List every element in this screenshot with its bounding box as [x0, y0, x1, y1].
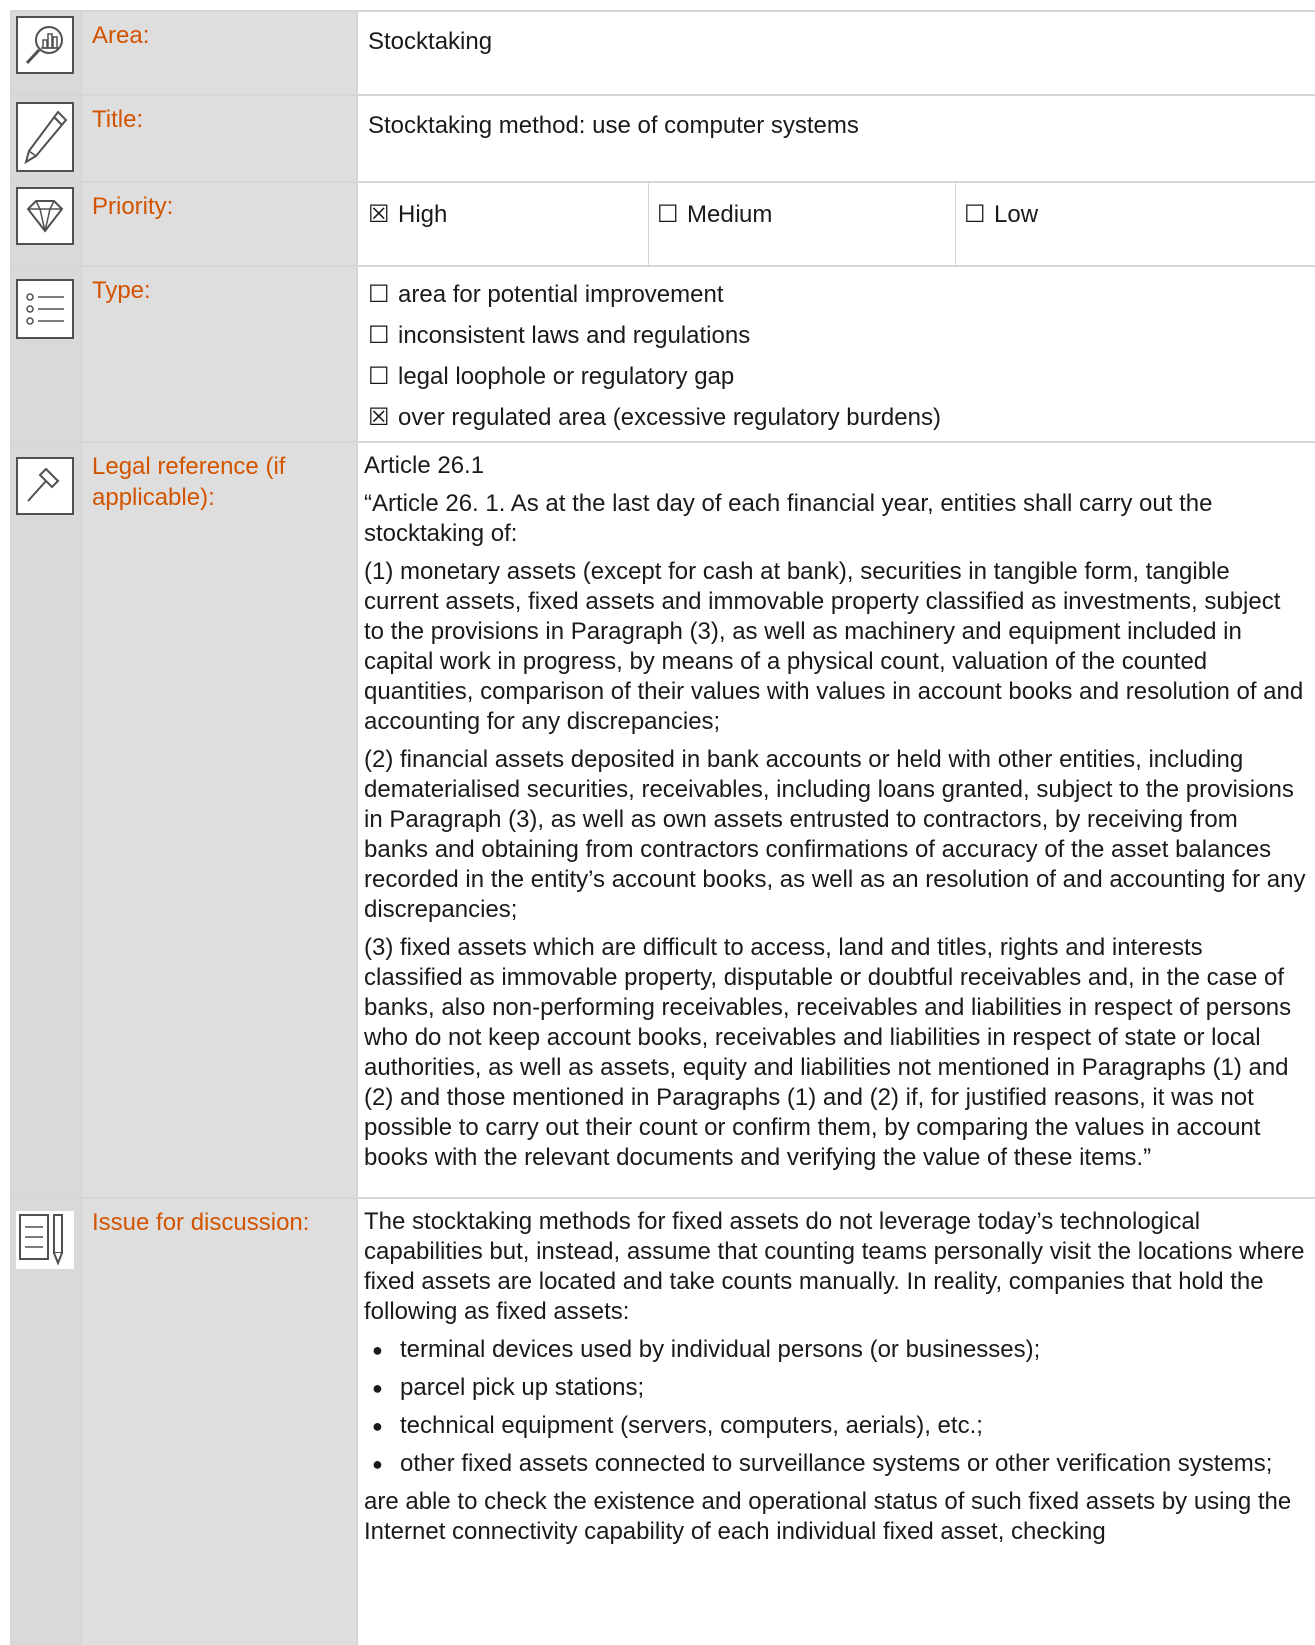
issue-label-cell: Issue for discussion: — [82, 1199, 356, 1645]
type-value-cell: ☐ area for potential improvement ☐ inconsi… — [358, 267, 1315, 441]
area-label-cell: Area: — [82, 12, 356, 94]
area-value-cell: Stocktaking — [358, 12, 1315, 94]
title-label: Title: — [92, 106, 144, 133]
title-label-cell: Title: — [82, 96, 356, 181]
priority-medium-text: Medium — [687, 201, 773, 228]
legal-text: Article 26.1 “Article 26. 1. As at the l… — [364, 451, 1307, 1181]
issue-form-table: Area: Stocktaking Title: Stocktaking met… — [0, 0, 1315, 1645]
type-checkbox[interactable]: ☐ — [368, 362, 398, 392]
legal-paragraph: (3) fixed assets which are difficult to … — [364, 934, 1292, 1171]
title-icon-cell — [12, 96, 80, 181]
chart-magnifier-icon — [16, 16, 74, 74]
type-option-text: over regulated area (excessive regulator… — [398, 404, 941, 431]
issue-outro: are able to check the existence and oper… — [364, 1488, 1292, 1545]
priority-low-text: Low — [994, 201, 1039, 228]
grid-line — [12, 265, 1315, 267]
priority-high-checkbox[interactable]: ☒ — [368, 200, 398, 230]
grid-line — [12, 94, 1315, 96]
legal-label: Legal reference (if applicable): — [92, 453, 286, 511]
bullet-icon: ● — [372, 1340, 383, 1360]
priority-high-text: High — [398, 201, 448, 228]
priority-value-cell: ☒ High ☐ Medium ☐ Low — [358, 183, 1315, 265]
legal-icon-cell — [12, 443, 80, 1197]
grid-line — [10, 10, 12, 1645]
priority-divider — [955, 183, 956, 265]
bullet-icon: ● — [372, 1454, 383, 1474]
issue-value-cell: The stocktaking methods for fixed assets… — [358, 1199, 1315, 1645]
type-label: Type: — [92, 277, 151, 304]
issue-intro: The stocktaking methods for fixed assets… — [364, 1208, 1305, 1325]
priority-label: Priority: — [92, 193, 174, 220]
type-icon-cell — [12, 267, 80, 441]
list-item: ● terminal devices used by individual per… — [372, 1336, 1041, 1363]
legal-paragraph: (2) financial assets deposited in bank a… — [364, 746, 1306, 923]
issue-bullet-list: ● terminal devices used by individual per… — [364, 1335, 1307, 1479]
type-option-text: legal loophole or regulatory gap — [398, 363, 735, 390]
grid-line — [12, 10, 1315, 12]
area-value: Stocktaking — [368, 28, 493, 55]
type-option-text: inconsistent laws and regulations — [398, 322, 751, 349]
type-checkbox[interactable]: ☐ — [368, 280, 398, 310]
document-pen-icon — [16, 1211, 74, 1269]
priority-label-cell: Priority: — [82, 183, 356, 265]
type-checkbox[interactable]: ☐ — [368, 321, 398, 351]
priority-icon-cell — [12, 183, 80, 265]
legal-paragraph: (1) monetary assets (except for cash at … — [364, 558, 1304, 735]
priority-medium-checkbox[interactable]: ☐ — [657, 200, 687, 230]
legal-value-cell: Article 26.1 “Article 26. 1. As at the l… — [358, 443, 1315, 1197]
priority-low-checkbox[interactable]: ☐ — [964, 200, 994, 230]
legal-paragraph: “Article 26. 1. As at the last day of ea… — [364, 490, 1213, 547]
pencil-icon — [16, 102, 74, 172]
priority-high-option[interactable]: ☒ High — [368, 200, 447, 230]
issue-label: Issue for discussion: — [92, 1209, 310, 1236]
grid-line — [12, 441, 1315, 443]
grid-line — [356, 10, 358, 1645]
bullet-icon: ● — [372, 1378, 383, 1398]
type-option-inconsistent[interactable]: ☐ inconsistent laws and regulations — [368, 321, 750, 351]
grid-line — [12, 1197, 1315, 1199]
list-item: ● parcel pick up stations; — [372, 1374, 645, 1401]
list-item: ● technical equipment (servers, computers… — [372, 1412, 983, 1439]
area-label: Area: — [92, 22, 150, 49]
diamond-icon — [16, 187, 74, 245]
bullet-icon: ● — [372, 1416, 383, 1436]
grid-line — [80, 10, 82, 1645]
issue-icon-cell — [12, 1199, 80, 1645]
type-option-improvement[interactable]: ☐ area for potential improvement — [368, 280, 724, 310]
type-option-text: area for potential improvement — [398, 281, 724, 308]
type-option-loophole[interactable]: ☐ legal loophole or regulatory gap — [368, 362, 734, 392]
type-option-overregulated[interactable]: ☒ over regulated area (excessive regulato… — [368, 403, 941, 433]
legal-label-cell: Legal reference (if applicable): — [82, 443, 356, 1197]
list-icon — [16, 279, 74, 339]
priority-divider — [648, 183, 649, 265]
type-checkbox[interactable]: ☒ — [368, 403, 398, 433]
list-item: ● other fixed assets connected to surveil… — [372, 1450, 1273, 1477]
type-label-cell: Type: — [82, 267, 356, 441]
legal-article-title: Article 26.1 — [364, 452, 485, 479]
issue-text: The stocktaking methods for fixed assets… — [364, 1207, 1307, 1555]
priority-low-option[interactable]: ☐ Low — [964, 200, 1038, 230]
title-value-cell: Stocktaking method: use of computer syst… — [358, 96, 1315, 181]
grid-line — [12, 181, 1315, 183]
area-icon-cell — [12, 12, 80, 94]
title-value: Stocktaking method: use of computer syst… — [368, 112, 859, 139]
priority-medium-option[interactable]: ☐ Medium — [657, 200, 772, 230]
gavel-icon — [16, 457, 74, 515]
